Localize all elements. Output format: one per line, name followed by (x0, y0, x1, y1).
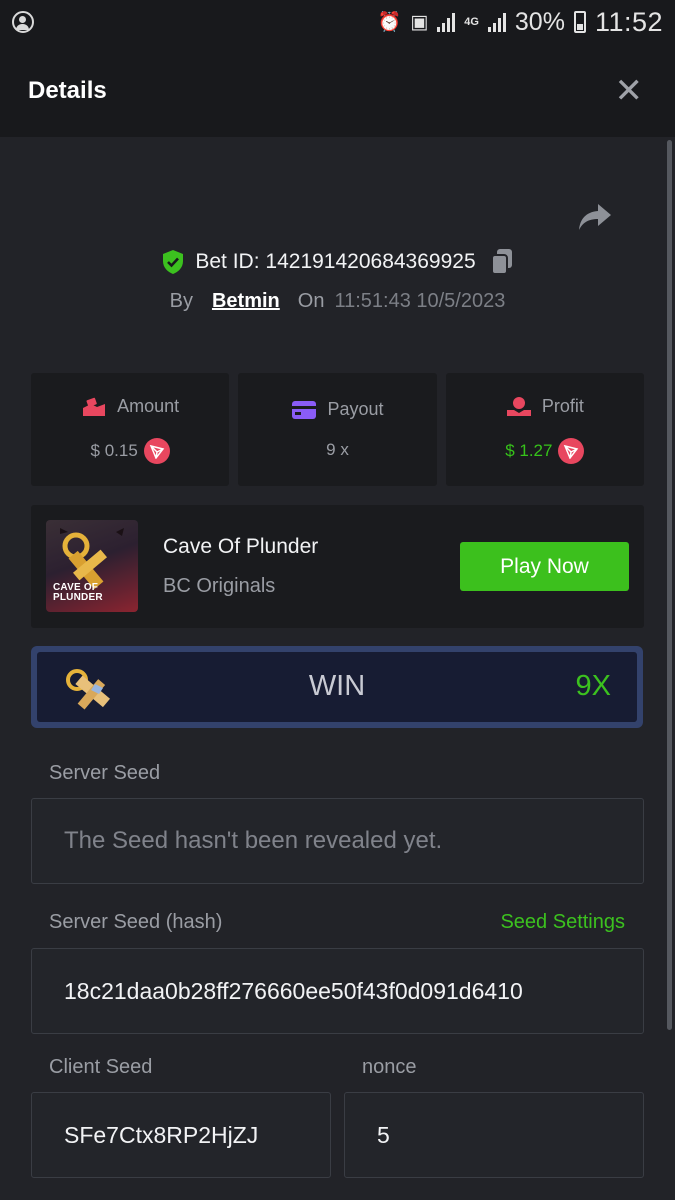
details-header: Details ✕ (0, 44, 675, 137)
payout-value: 9 x (326, 440, 349, 459)
share-icon[interactable] (578, 202, 612, 232)
game-thumbnail[interactable]: CAVE OF PLUNDER (46, 520, 138, 612)
battery-icon (573, 11, 586, 33)
bet-id-label: Bet ID: (195, 250, 260, 273)
verified-shield-icon (163, 250, 184, 274)
bet-meta-row: By Betmin On 11:51:43 10/5/2023 (0, 290, 675, 313)
game-provider: BC Originals (163, 575, 276, 597)
nonce-value: 5 (377, 1121, 390, 1148)
bet-id-value: 142191420684369925 (265, 250, 476, 273)
server-seed-hash-value: 18c21daa0b28ff276660ee50f43f0d091d6410 (64, 977, 523, 1004)
tron-icon (558, 437, 585, 464)
payout-card: Payout 9 x (238, 373, 437, 486)
sim-icon: ▣ (410, 11, 429, 33)
bet-stats: Amount $ 0.15 Payout 9 x Profit $ 1.27 (31, 373, 644, 486)
bet-datetime: 11:51:43 10/5/2023 (334, 290, 506, 312)
user-link[interactable]: Betmin (212, 290, 280, 313)
client-seed-label: Client Seed (49, 1056, 153, 1078)
close-icon[interactable]: ✕ (615, 74, 644, 108)
signal-icon-2 (487, 12, 506, 32)
payout-icon (292, 400, 317, 419)
amount-label: Amount (117, 396, 180, 416)
play-now-button[interactable]: Play Now (460, 542, 629, 591)
amount-icon (83, 397, 106, 416)
page-title: Details (28, 76, 107, 104)
battery-percent: 30% (514, 7, 565, 36)
amount-value: $ 0.15 (90, 440, 138, 460)
game-card: CAVE OF PLUNDER Cave Of Plunder BC Origi… (31, 505, 644, 628)
game-name: Cave Of Plunder (163, 535, 319, 558)
tron-icon (143, 437, 170, 464)
by-label: By (169, 290, 193, 312)
amount-card: Amount $ 0.15 (31, 373, 230, 486)
server-seed-field[interactable]: The Seed hasn't been revealed yet. (31, 798, 644, 884)
account-icon (12, 11, 34, 33)
result-label: WIN (308, 670, 366, 702)
result-multiplier: 9X (575, 670, 611, 702)
bet-id-text: Bet ID: 142191420684369925 (195, 250, 475, 274)
server-seed-value: The Seed hasn't been revealed yet. (64, 827, 443, 854)
server-seed-hash-label: Server Seed (hash) (49, 911, 223, 933)
profit-icon (506, 396, 531, 416)
signal-icon (437, 12, 456, 32)
server-seed-label: Server Seed (49, 762, 161, 784)
nonce-field[interactable]: 5 (344, 1092, 644, 1178)
client-seed-value: SFe7Ctx8RP2HjZJ (64, 1121, 259, 1148)
profit-label: Profit (541, 396, 584, 416)
server-seed-hash-field[interactable]: 18c21daa0b28ff276660ee50f43f0d091d6410 (31, 948, 644, 1034)
clock: 11:52 (594, 6, 663, 37)
client-seed-field[interactable]: SFe7Ctx8RP2HjZJ (31, 1092, 331, 1178)
profit-card: Profit $ 1.27 (445, 373, 644, 486)
network-type: 4G (464, 16, 479, 28)
profit-value: $ 1.27 (505, 440, 553, 460)
thumb-title-line2: PLUNDER (53, 592, 103, 603)
status-bar: ⏰ ▣ 4G 30% 11:52 (0, 0, 675, 44)
on-label: On (297, 290, 325, 312)
copy-icon[interactable] (490, 248, 514, 276)
alarm-icon: ⏰ (377, 11, 402, 33)
nonce-label: nonce (362, 1056, 417, 1078)
payout-label: Payout (327, 399, 384, 419)
seed-settings-link[interactable]: Seed Settings (500, 911, 625, 934)
bet-id-row: Bet ID: 142191420684369925 (0, 248, 675, 276)
result-banner: WIN 9X (31, 646, 643, 728)
ankh-key-icon (60, 528, 124, 590)
